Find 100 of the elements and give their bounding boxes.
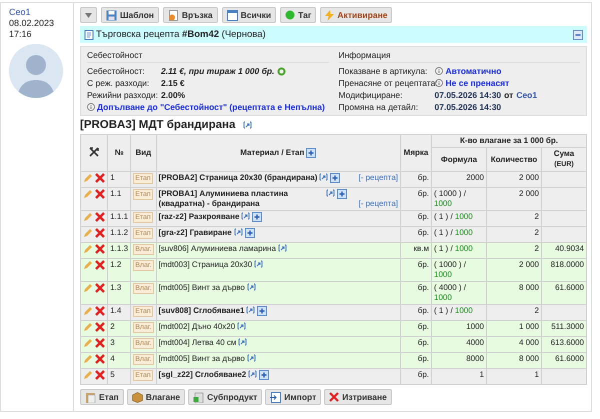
external-link-icon[interactable] <box>254 260 264 268</box>
action-button[interactable]: Етап <box>80 389 124 405</box>
delete-icon[interactable] <box>95 354 106 364</box>
completion-link[interactable]: Допълване до "Себестойност" (рецептата е Непълна) <box>97 102 325 112</box>
quantity-cell: 8 000 <box>486 352 542 368</box>
column-header: Формула <box>432 148 486 172</box>
add-icon[interactable] <box>259 370 270 380</box>
sum-cell: 40.9034 <box>555 244 584 253</box>
delete-icon[interactable] <box>95 228 106 238</box>
formula-cell: ( 1 ) / 1000 <box>432 226 486 242</box>
info-icon <box>434 67 442 75</box>
external-link-icon[interactable] <box>319 173 328 181</box>
external-link-icon[interactable] <box>246 306 256 314</box>
field-value: 07.05.2026 14:30 <box>434 90 502 100</box>
action-button[interactable]: Изтриване <box>324 389 392 405</box>
external-link-icon[interactable] <box>237 322 246 330</box>
unit-cell: бр. <box>400 352 432 368</box>
material-name[interactable]: [mdt003] Страница 20x30 <box>158 260 252 269</box>
quantity-cell: 2 <box>486 304 542 320</box>
external-link-icon[interactable] <box>278 244 287 252</box>
field-label: Себестойност: <box>87 66 146 76</box>
collapse-icon[interactable] <box>573 30 583 40</box>
unit-cell: бр. <box>400 304 432 320</box>
action-button[interactable]: Импорт <box>265 389 322 405</box>
delete-icon[interactable] <box>95 306 106 316</box>
toolbar-button[interactable]: Всички <box>222 7 276 23</box>
action-button[interactable]: Субпродукт <box>188 389 262 405</box>
add-icon[interactable] <box>252 212 262 222</box>
setting-link[interactable]: Автоматично <box>446 66 502 76</box>
toolbar-button[interactable]: Връзка <box>162 7 218 23</box>
sum-cell: 818.0000 <box>550 260 584 269</box>
delete-icon[interactable] <box>95 212 106 222</box>
external-link-icon[interactable] <box>241 212 250 220</box>
delete-icon[interactable] <box>95 244 106 254</box>
external-link-icon[interactable] <box>248 370 258 378</box>
unit-cell: бр. <box>400 336 432 352</box>
toolbar-button[interactable]: Таг <box>280 7 316 23</box>
formula-cell: 8000 <box>432 352 486 368</box>
formula-cell: 1 <box>432 368 486 384</box>
unit-cell: бр. <box>400 226 432 242</box>
avatar-icon <box>9 44 63 98</box>
add-icon[interactable] <box>306 148 316 158</box>
recipe-link[interactable]: [- рецепта] <box>352 199 398 209</box>
add-icon[interactable] <box>337 189 348 199</box>
delete-icon[interactable] <box>95 370 106 380</box>
delete-icon[interactable] <box>95 173 106 183</box>
quantity-cell: 2 000 <box>486 172 542 188</box>
external-link-icon[interactable] <box>234 228 243 236</box>
window-icon <box>226 10 238 20</box>
external-link-icon[interactable] <box>326 189 336 197</box>
user-link[interactable]: Ceo1 <box>516 90 538 100</box>
delete-icon[interactable] <box>95 189 106 199</box>
field-label: Показване в артикула: <box>338 66 428 76</box>
field-label: Пренасяне от рецептата: <box>338 78 434 88</box>
author-link[interactable]: Ceo1 <box>9 7 73 17</box>
delete-icon[interactable] <box>95 260 106 270</box>
sum-cell: 613.6000 <box>550 338 584 347</box>
material-name[interactable]: [mdt004] Летва 40 см <box>158 338 236 347</box>
material-name[interactable]: [mdt002] Дъно 40x20 <box>158 322 236 331</box>
unit-cell: бр. <box>400 320 432 336</box>
toolbar-button[interactable]: Шаблон <box>101 7 159 23</box>
toolbar-button[interactable]: Активиране <box>320 7 392 23</box>
field-label: Режийни разходи: <box>87 90 159 100</box>
row-number: 1 <box>108 172 131 188</box>
setting-link[interactable]: Не се пренасят <box>446 78 510 88</box>
add-icon[interactable] <box>244 228 255 238</box>
material-name[interactable]: [PROBA2] Страница 20x30 (брандирана) <box>158 173 318 183</box>
delete-icon[interactable] <box>95 338 106 348</box>
unit-cell: бр. <box>400 282 432 304</box>
lightning-icon <box>325 10 334 20</box>
row-number: 3 <box>108 336 131 352</box>
action-button[interactable]: Влагане <box>126 389 186 405</box>
delete-icon[interactable] <box>95 283 106 293</box>
product-heading: [PROBA3] МДТ брандирана <box>80 119 236 131</box>
field-label: С реж. разходи: <box>87 78 150 88</box>
product-icon <box>193 392 204 402</box>
quantity-cell: 2 <box>486 210 542 226</box>
unit-cell: бр. <box>400 368 432 384</box>
row-number: 1.1.1 <box>108 210 131 226</box>
delete-icon[interactable] <box>95 322 106 332</box>
column-header: К-во влагане за 1 000 бр. <box>432 134 586 148</box>
material-name[interactable]: [PROBA1] Алуминиева пластина (квадратна) - брандирана <box>158 189 324 209</box>
add-icon[interactable] <box>257 306 268 316</box>
external-link-icon[interactable] <box>246 354 256 362</box>
dropdown-button[interactable] <box>80 7 97 23</box>
external-link-icon[interactable] <box>246 283 256 291</box>
external-link-icon[interactable] <box>238 338 248 346</box>
quantity-cell: 2 000 <box>486 258 542 282</box>
recipe-link[interactable]: [- рецепта] <box>352 173 398 183</box>
refresh-icon[interactable] <box>277 66 286 76</box>
material-name[interactable]: [mdt005] Винт за дърво <box>158 283 245 292</box>
formula-cell: 1000 <box>432 320 486 336</box>
add-icon[interactable] <box>330 173 340 183</box>
field-label: Модифициране: <box>338 90 404 100</box>
unit-cell: бр. <box>400 258 432 282</box>
material-name[interactable]: [mdt005] Винт за дърво <box>158 354 245 363</box>
material-name[interactable]: [gra-z2] Гравиране <box>158 228 232 238</box>
external-link-icon[interactable] <box>243 121 252 129</box>
field-label: Промяна на детайл: <box>338 102 420 112</box>
by-label: от <box>504 90 514 100</box>
